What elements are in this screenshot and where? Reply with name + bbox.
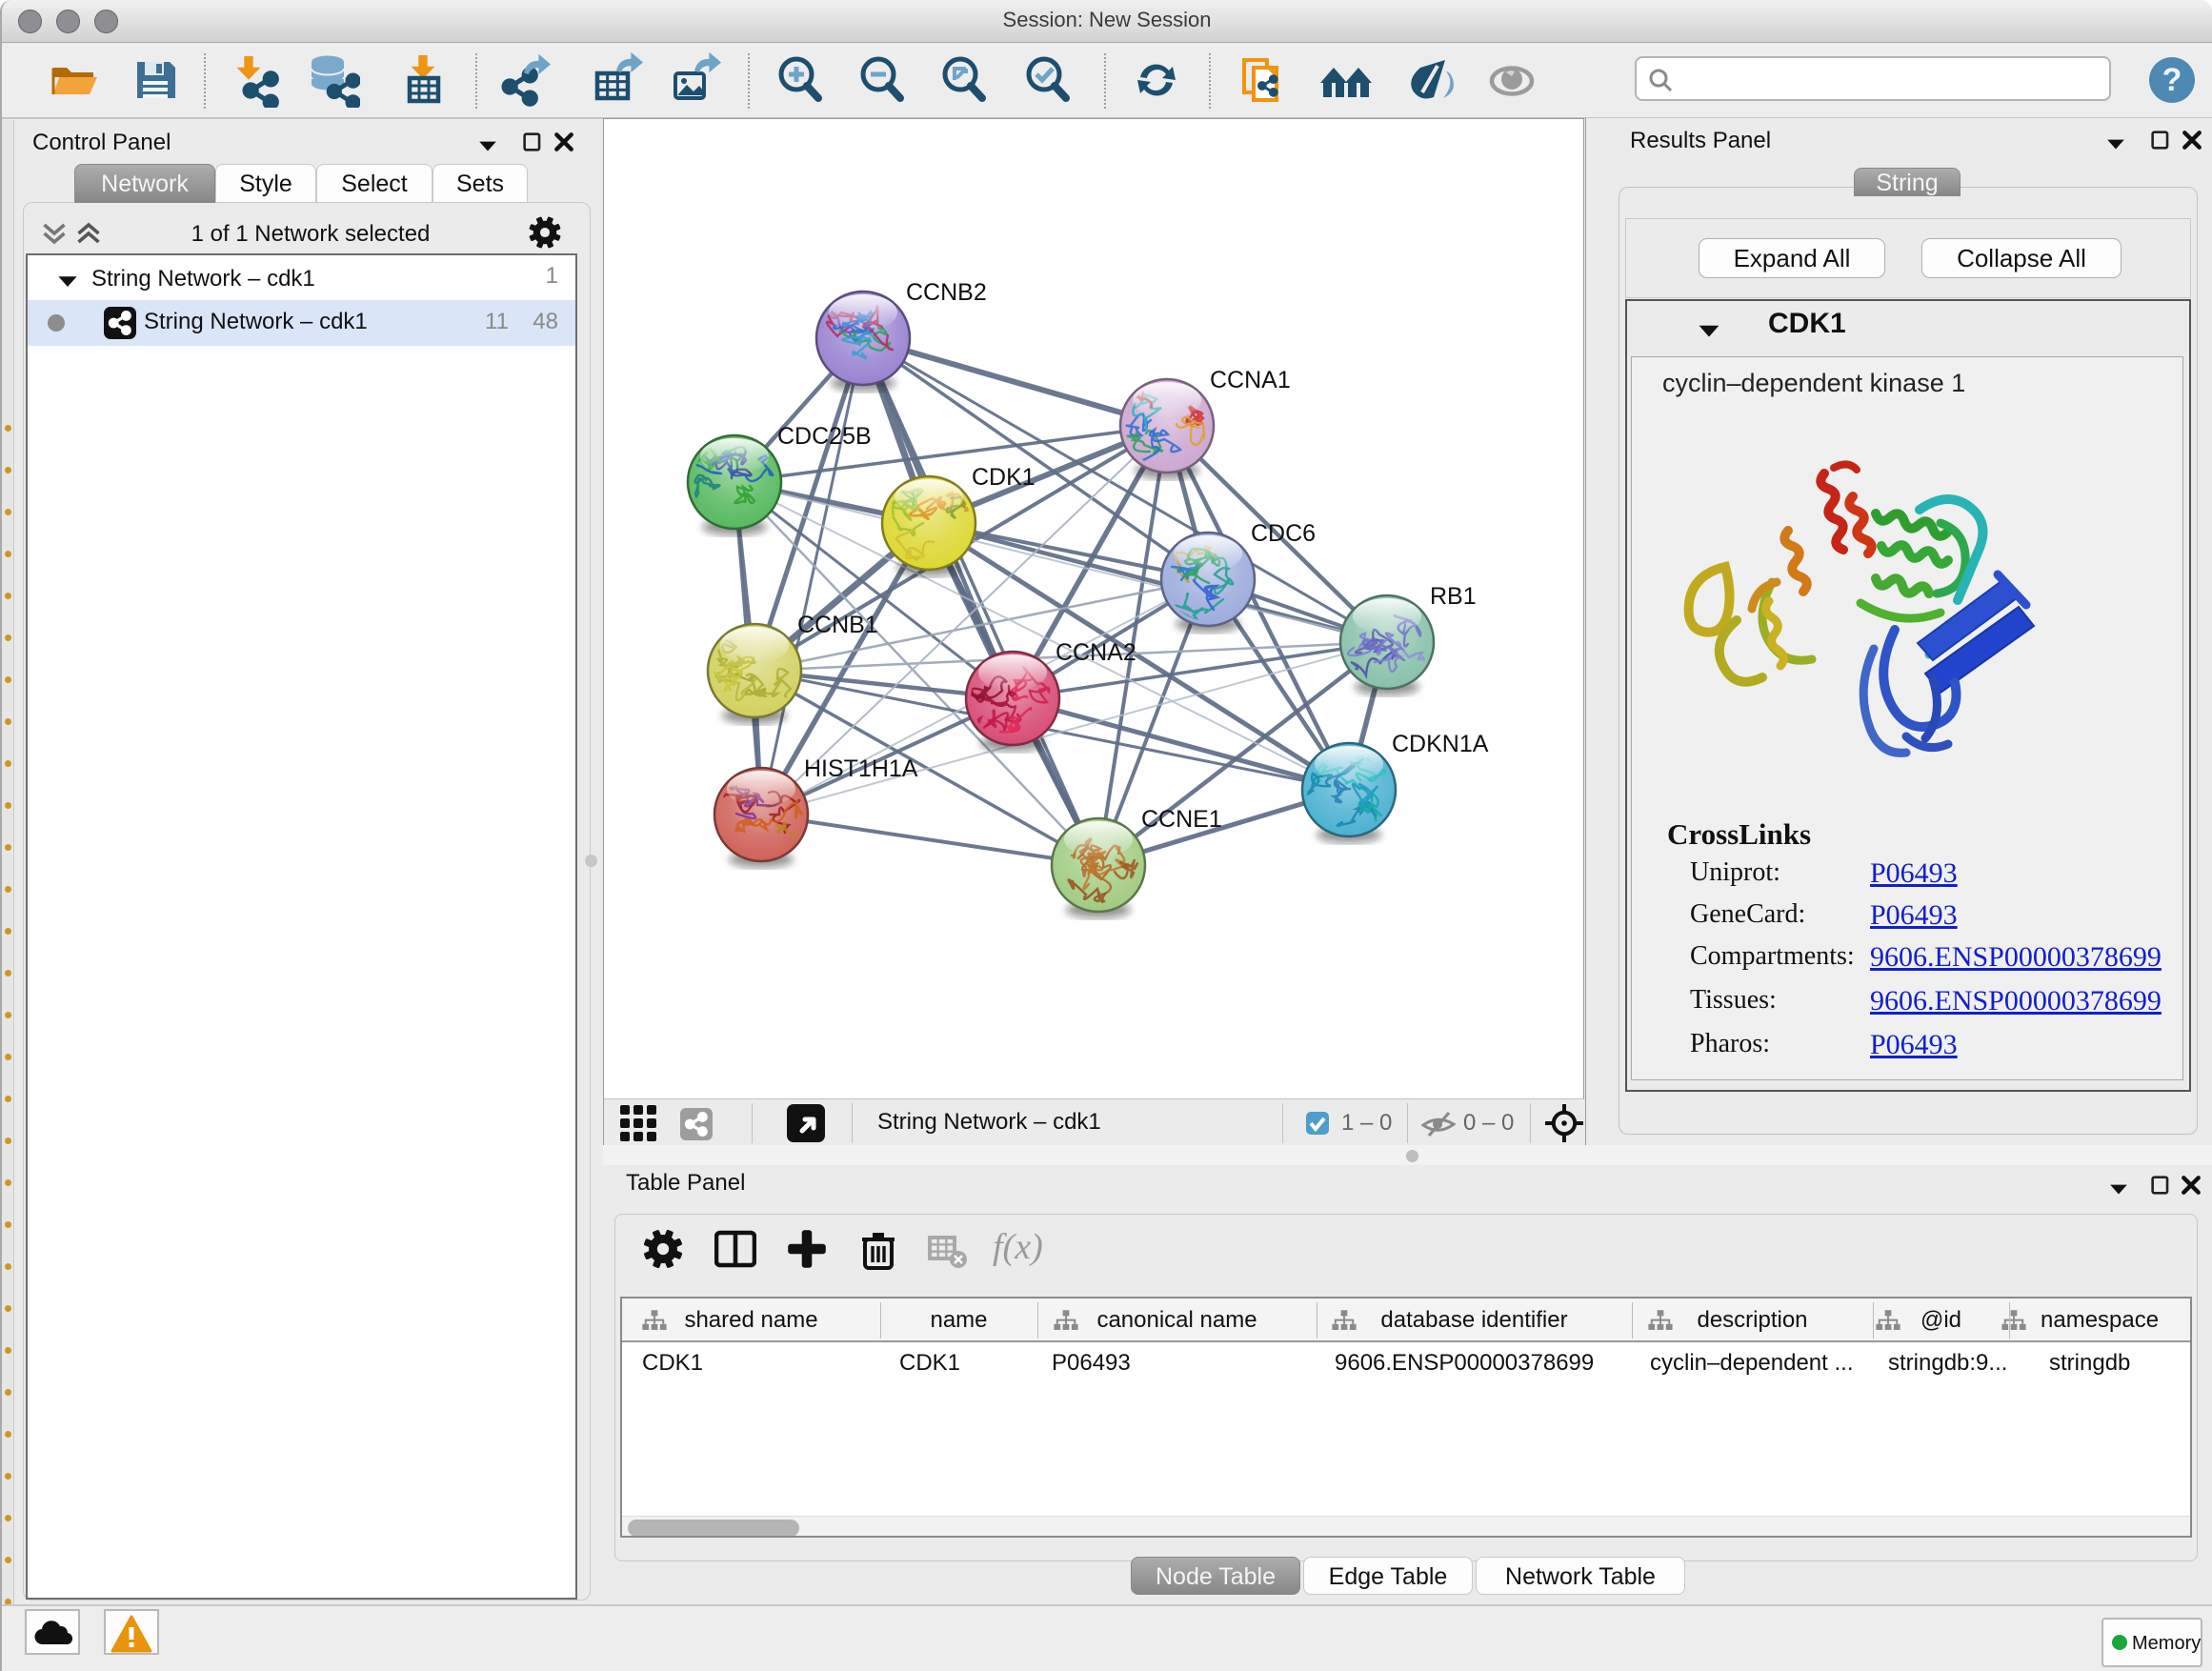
- svg-text:CCNB1: CCNB1: [797, 612, 878, 638]
- svg-text:HIST1H1A: HIST1H1A: [804, 755, 918, 782]
- svg-text:CDC25B: CDC25B: [777, 423, 872, 450]
- svg-text:CDK1: CDK1: [972, 464, 1036, 491]
- svg-text:CDC6: CDC6: [1251, 520, 1316, 547]
- svg-text:CDKN1A: CDKN1A: [1392, 731, 1489, 757]
- svg-text:CCNA1: CCNA1: [1210, 367, 1291, 393]
- svg-text:RB1: RB1: [1430, 583, 1477, 610]
- svg-text:CCNE1: CCNE1: [1141, 806, 1222, 833]
- svg-text:?: ?: [2162, 62, 2182, 98]
- svg-text:CCNA2: CCNA2: [1056, 639, 1136, 666]
- svg-text:CCNB2: CCNB2: [906, 279, 987, 306]
